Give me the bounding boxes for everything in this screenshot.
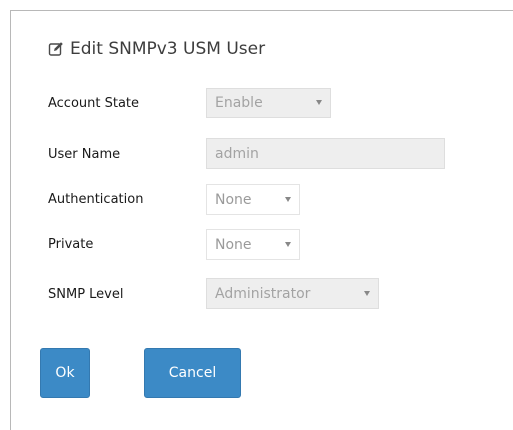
snmp-level-label: SNMP Level (48, 287, 124, 302)
dialog-title: Edit SNMPv3 USM User (48, 37, 265, 61)
account-state-label: Account State (48, 96, 140, 111)
chevron-down-icon (364, 290, 370, 296)
cancel-button[interactable]: Cancel (144, 348, 241, 398)
user-name-input[interactable]: admin (206, 138, 445, 169)
authentication-value: None (215, 191, 252, 208)
private-label: Private (48, 237, 94, 252)
user-name-value: admin (215, 145, 259, 162)
chevron-down-icon (285, 241, 291, 247)
account-state-select[interactable]: Enable (206, 88, 331, 118)
private-value: None (215, 236, 252, 253)
authentication-select[interactable]: None (206, 184, 300, 215)
authentication-label: Authentication (48, 192, 144, 207)
ok-button[interactable]: Ok (40, 348, 90, 398)
snmp-level-select[interactable]: Administrator (206, 278, 379, 309)
private-select[interactable]: None (206, 229, 300, 260)
edit-icon (48, 42, 63, 56)
chevron-down-icon (285, 196, 291, 202)
account-state-value: Enable (215, 95, 263, 111)
edit-snmpv3-user-dialog: Edit SNMPv3 USM User Account State Enabl… (10, 10, 513, 430)
snmp-level-value: Administrator (215, 285, 311, 302)
dialog-title-text: Edit SNMPv3 USM User (70, 39, 266, 59)
user-name-label: User Name (48, 147, 121, 162)
chevron-down-icon (316, 100, 322, 105)
